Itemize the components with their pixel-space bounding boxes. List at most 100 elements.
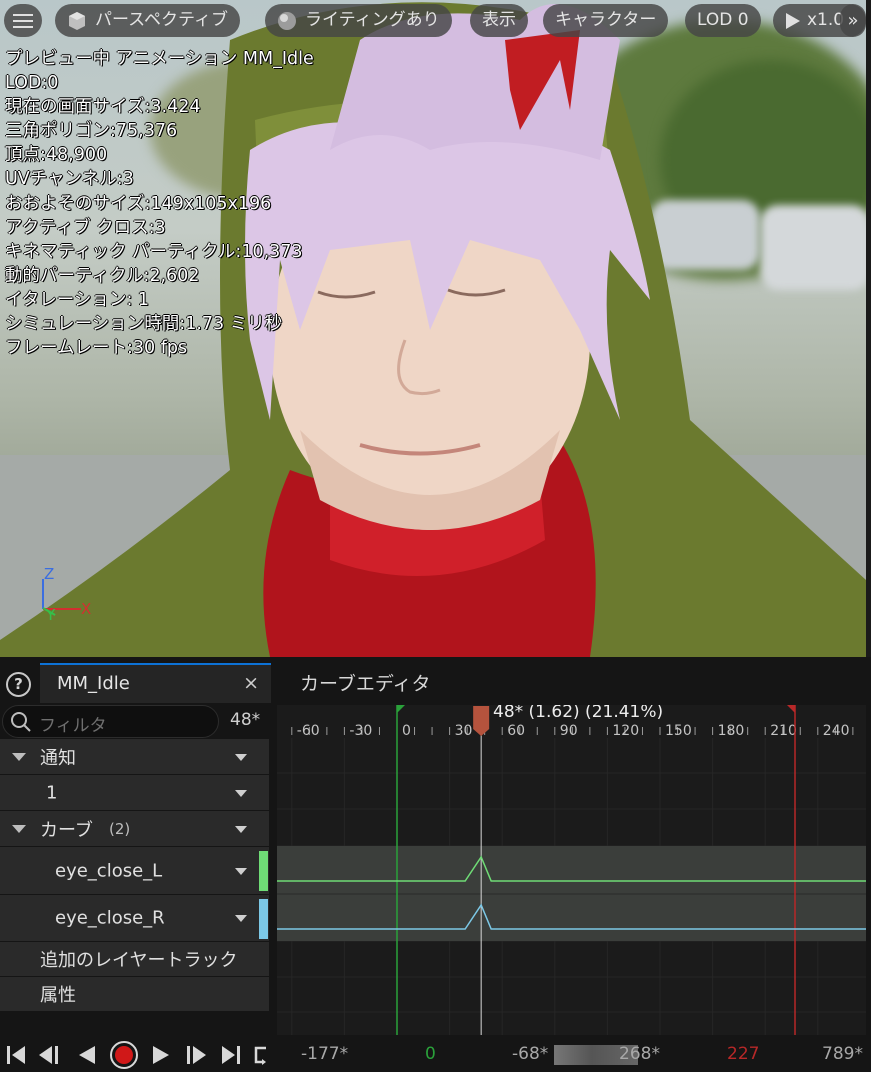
stat-line: 頂点:48,900 [5,145,108,166]
play-reverse-button[interactable] [74,1040,100,1070]
search-input[interactable]: フィルタ [39,711,107,736]
more-options-button[interactable]: » [840,4,866,37]
transport-controls [0,1038,300,1072]
add-layer-track-button[interactable]: 追加のレイヤートラック [0,942,269,977]
lighting-button[interactable]: ライティングあり [265,4,452,37]
lighting-label: ライティングあり [305,10,440,30]
preview-stats: プレビュー中 アニメーション MM_Idle LOD:0 現在の画面サイズ:3.… [5,47,314,360]
track-label: 1 [46,782,58,803]
start-frame-value[interactable]: 0 [425,1044,436,1064]
track-notify-1[interactable]: 1 [0,775,269,811]
ruler-tick-label: 60 [507,723,525,739]
curve-editor-title: カーブエディタ [300,673,431,695]
show-button[interactable]: 表示 [470,4,528,37]
ruler-tick-label: 150 [665,723,692,739]
curve-count: (2) [109,819,131,838]
skip-to-start-button[interactable] [4,1040,30,1070]
view-start-value[interactable]: -177* [301,1044,348,1064]
tab-mm-idle[interactable]: MM_Idle × [40,663,271,703]
scroll-start-value[interactable]: -68* [512,1044,548,1064]
curve-editor-area[interactable]: -60 -30 0 30 60 90 120 150 180 210 240 48* (1.62) … [277,705,866,1035]
stat-line: 現在の画面サイズ:3.424 [5,97,201,118]
track-label: 追加のレイヤートラック [40,950,238,971]
curve-lane-r [277,894,866,941]
lod-label: LOD 0 [697,10,749,30]
z-axis-label: Z [44,565,55,583]
ruler-tick-label: -30 [349,723,372,739]
character-button[interactable]: キャラクター [543,4,669,37]
lod-button[interactable]: LOD 0 [685,4,761,37]
chevron-down-icon[interactable] [235,825,247,833]
skip-to-end-button[interactable] [218,1040,244,1070]
view-end-value[interactable]: 789* [822,1044,863,1064]
stat-line: UVチャンネル:3 [5,169,134,190]
perspective-label: パースペクティブ [95,10,228,30]
cube-icon [69,11,85,30]
expand-arrow-icon[interactable] [12,824,26,833]
double-chevron-right-icon: » [847,10,859,31]
stat-line: アクティブ クロス:3 [5,217,166,238]
track-attributes[interactable]: 属性 [0,977,269,1012]
ruler-tick-label: -60 [297,723,320,739]
step-forward-button[interactable] [182,1040,210,1070]
track-label: 属性 [40,985,76,1006]
sphere-icon [278,11,296,30]
stat-line: 三角ポリゴン:75,376 [5,121,178,142]
chevron-down-icon[interactable] [235,789,247,797]
help-button[interactable]: ? [6,672,31,697]
viewport-scrollbar[interactable] [866,0,871,657]
tab-label: MM_Idle [57,673,130,694]
y-axis-label: Y [46,606,56,624]
timeline-graph[interactable]: -60 -30 0 30 60 90 120 150 180 210 240 [277,705,866,1035]
play-icon [786,12,800,29]
z-axis-line [42,579,44,609]
track-curves[interactable]: カーブ (2) [0,811,269,847]
axis-gizmo: Z Y X [38,563,108,625]
ruler-tick-label: 120 [612,723,639,739]
animation-editor: パースペクティブ ライティングあり 表示 キャラクター LOD 0 x1.0 » [0,0,871,1072]
stat-line: キネマティック パーティクル:10,373 [5,241,303,262]
stat-line: イタレーション: 1 [5,289,150,310]
expand-arrow-icon[interactable] [12,752,26,761]
viewport-menu-button[interactable] [4,4,42,37]
ruler-tick-label: 0 [402,723,411,739]
track-eye-close-l[interactable]: eye_close_L [0,847,269,895]
chevron-down-icon[interactable] [235,753,247,761]
track-label: 通知 [40,747,76,769]
curve-panel: ? MM_Idle × カーブエディタ フィルタ 48* 通知 1 カーブ (2… [0,657,871,1072]
playhead-label: 48* (1.62) (21.41%) [493,705,664,722]
chevron-down-icon[interactable] [235,867,247,875]
ruler-tick-label: 210 [770,723,797,739]
track-eye-close-r[interactable]: eye_close_R [0,895,269,942]
show-label: 表示 [482,10,516,30]
loop-button[interactable] [250,1040,272,1070]
close-icon[interactable]: × [243,672,259,694]
step-back-button[interactable] [36,1040,64,1070]
ruler-tick-label: 30 [455,723,473,739]
character-label: キャラクター [555,10,657,30]
curve-color-swatch [259,851,268,891]
chevron-down-icon[interactable] [235,915,247,922]
play-button[interactable] [148,1040,174,1070]
track-notify[interactable]: 通知 [0,739,269,775]
scroll-end-value[interactable]: 268* [619,1044,660,1064]
current-frame: 48* [230,710,261,730]
track-label: eye_close_L [55,860,163,881]
perspective-button[interactable]: パースペクティブ [55,4,240,37]
ruler-tick-label: 240 [823,723,850,739]
record-button[interactable] [108,1040,140,1070]
stat-line: おおよそのサイズ:149x105x196 [5,193,272,214]
hamburger-icon [13,13,33,28]
preview-viewport[interactable]: パースペクティブ ライティングあり 表示 キャラクター LOD 0 x1.0 » [0,0,866,657]
stat-line: フレームレート:30 fps [5,338,188,359]
curve-color-swatch [259,899,268,939]
filter-search[interactable]: フィルタ [2,705,219,738]
curve-lane-l [277,846,866,894]
help-icon: ? [14,675,23,693]
stat-line: プレビュー中 アニメーション MM_Idle [5,49,314,69]
track-label: カーブ [40,819,93,841]
play-rate-label: x1.0 [807,10,845,30]
search-icon [11,712,31,732]
stat-line: シミュレーション時間:1.73 ミリ秒 [5,314,283,335]
end-frame-value[interactable]: 227 [727,1044,759,1064]
